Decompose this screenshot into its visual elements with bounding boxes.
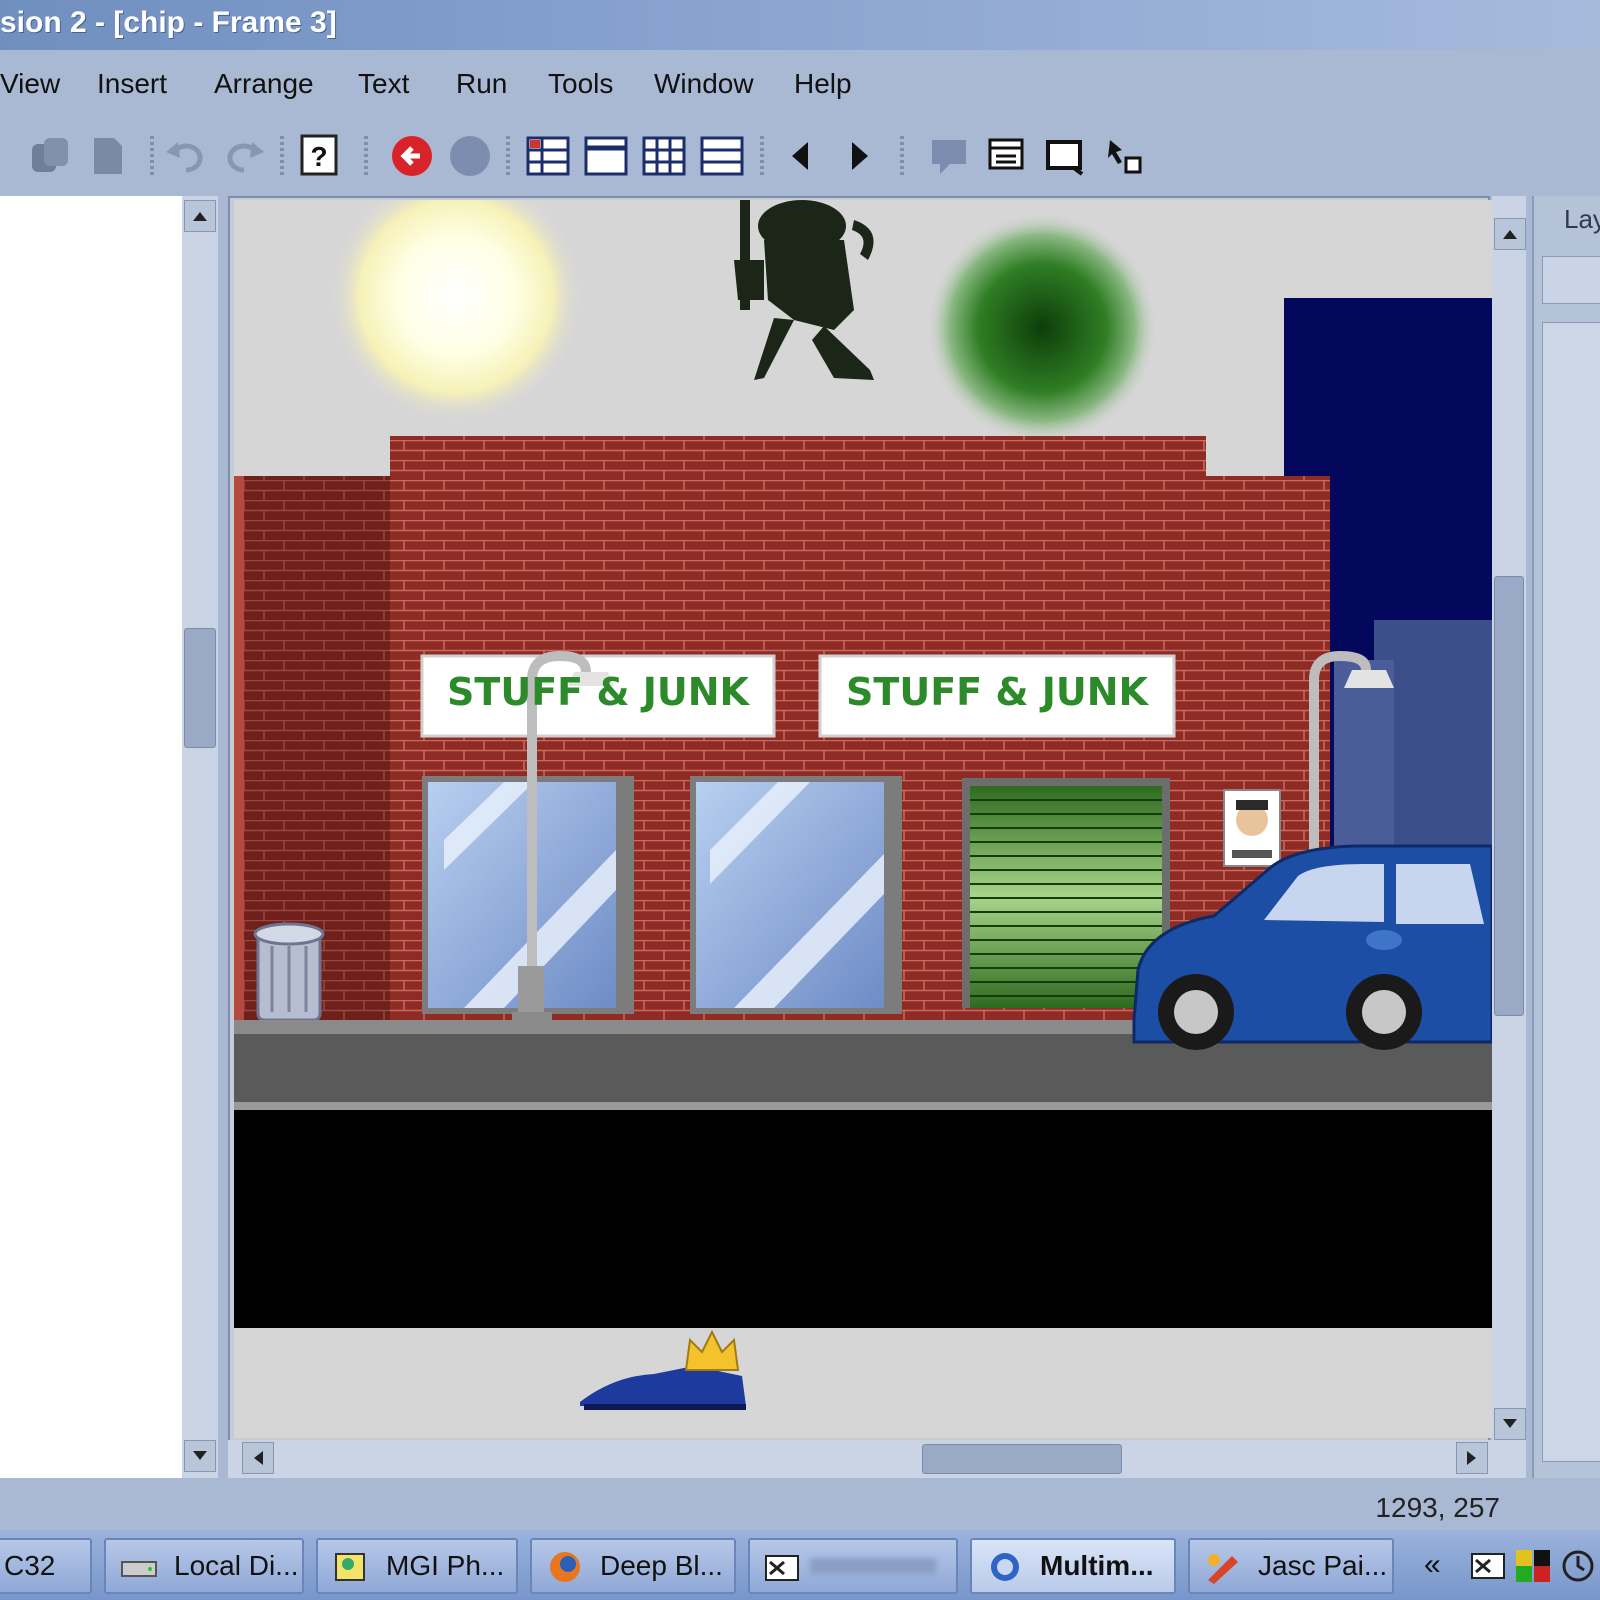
menu-tools[interactable]: Tools (548, 68, 613, 100)
next-icon[interactable] (836, 134, 880, 178)
stage-canvas[interactable]: STUFF & JUNK STUFF & JUNK (234, 200, 1492, 1438)
browser-icon (550, 1552, 580, 1582)
menu-arrange[interactable]: Arrange (214, 68, 314, 100)
help-icon[interactable]: ? (298, 134, 342, 178)
cursor-coordinates: 1293, 257 (1375, 1492, 1500, 1523)
scroll-left-button[interactable] (242, 1442, 274, 1474)
task-label: Jasc Pai... (1258, 1550, 1388, 1581)
blurred-label (810, 1558, 936, 1574)
toolbar: ? (0, 118, 1600, 194)
title-bar: sion 2 - [chip - Frame 3] (0, 0, 1600, 50)
arrow-up-icon (193, 212, 207, 221)
scroll-up-button[interactable] (1494, 218, 1526, 250)
drive-icon (121, 1561, 157, 1577)
scroll-right-button[interactable] (1456, 1442, 1488, 1474)
photo-icon (335, 1553, 365, 1581)
stop-icon[interactable] (390, 134, 434, 178)
grid-view-icon[interactable] (642, 134, 686, 178)
paint-icon (1208, 1554, 1238, 1584)
comment-icon[interactable] (928, 134, 972, 178)
previous-icon[interactable] (780, 134, 824, 178)
svg-text:?: ? (310, 141, 327, 172)
tray-color-icon[interactable] (1514, 1546, 1554, 1586)
layers-list[interactable] (1542, 322, 1600, 1462)
sign-stuff-and-junk-right: STUFF & JUNK (846, 670, 1148, 714)
menu-insert[interactable]: Insert (97, 68, 167, 100)
paste-icon[interactable] (86, 134, 130, 178)
copy-icon[interactable] (28, 134, 72, 178)
arrow-left-icon (254, 1451, 263, 1465)
scroll-down-button[interactable] (1494, 1408, 1526, 1440)
layers-panel-label: Lay (1564, 204, 1600, 234)
window-title: sion 2 - [chip - Frame 3] (0, 6, 337, 39)
frame-view-icon[interactable] (584, 134, 628, 178)
scroll-thumb[interactable] (184, 628, 216, 748)
toolbar-separator (364, 136, 368, 178)
toolbar-separator (150, 136, 154, 178)
task-label: Deep Bl... (600, 1550, 723, 1581)
arrow-down-icon (1503, 1419, 1517, 1428)
menu-view[interactable]: View (0, 68, 60, 100)
menu-window[interactable]: Window (654, 68, 754, 100)
toolbar-separator (760, 136, 764, 178)
taskbar: C32 Local Di... MGI Ph... Deep Bl... Mul… (0, 1530, 1600, 1600)
scroll-thumb[interactable] (922, 1444, 1122, 1474)
tray-app-icon[interactable] (1468, 1546, 1508, 1586)
left-panel[interactable] (0, 196, 182, 1478)
record-icon[interactable] (448, 134, 492, 178)
task-button-multimedia[interactable]: Multim... (970, 1538, 1176, 1594)
task-label: Local Di... (174, 1550, 299, 1581)
task-label: C32 (4, 1550, 56, 1581)
window-icon (765, 1555, 799, 1581)
arrow-right-icon (1467, 1451, 1476, 1465)
menu-help[interactable]: Help (794, 68, 852, 100)
task-label: MGI Ph... (386, 1550, 505, 1581)
stage-vertical-scrollbar[interactable] (1492, 196, 1526, 1478)
scroll-down-button[interactable] (184, 1440, 216, 1472)
menu-run[interactable]: Run (456, 68, 507, 100)
scene-illustration (234, 200, 1492, 1438)
frame-list-icon[interactable] (986, 134, 1030, 178)
table-view-icon[interactable] (526, 134, 570, 178)
list-view-icon[interactable] (700, 134, 744, 178)
sign-stuff-and-junk-left: STUFF & JUNK (447, 670, 749, 714)
screen-icon[interactable] (1044, 134, 1088, 178)
task-button-mgi-photo[interactable]: MGI Ph... (316, 1538, 518, 1594)
toolbar-separator (900, 136, 904, 178)
stage-horizontal-scrollbar[interactable] (228, 1440, 1494, 1478)
task-label: Multim... (1040, 1550, 1154, 1581)
menu-bar: View Insert Arrange Text Run Tools Windo… (0, 52, 1600, 114)
toolbar-separator (506, 136, 510, 178)
layers-add-button[interactable] (1542, 256, 1600, 304)
arrow-down-icon (193, 1451, 207, 1460)
task-button-jasc-paint[interactable]: Jasc Pai... (1188, 1538, 1394, 1594)
toolbar-separator (280, 136, 284, 178)
menu-text[interactable]: Text (358, 68, 409, 100)
scroll-thumb[interactable] (1494, 576, 1524, 1016)
task-button-window[interactable] (748, 1538, 958, 1594)
status-bar: 1293, 257 (0, 1480, 1600, 1530)
scroll-up-button[interactable] (184, 200, 216, 232)
layers-panel[interactable]: Lay (1532, 196, 1600, 1478)
undo-icon[interactable] (164, 134, 208, 178)
system-tray: « (1420, 1540, 1600, 1594)
task-button-local-disk[interactable]: Local Di... (104, 1538, 304, 1594)
tray-clock-icon[interactable] (1560, 1546, 1596, 1586)
arrow-up-icon (1503, 230, 1517, 239)
task-button-c32[interactable]: C32 (0, 1538, 92, 1594)
multimedia-icon (991, 1553, 1019, 1581)
tray-expand-chevron[interactable]: « (1424, 1548, 1441, 1582)
redo-icon[interactable] (222, 134, 266, 178)
left-vertical-scrollbar[interactable] (182, 196, 218, 1478)
cursor-tool-icon[interactable] (1102, 134, 1146, 178)
task-button-deep-blue[interactable]: Deep Bl... (530, 1538, 736, 1594)
